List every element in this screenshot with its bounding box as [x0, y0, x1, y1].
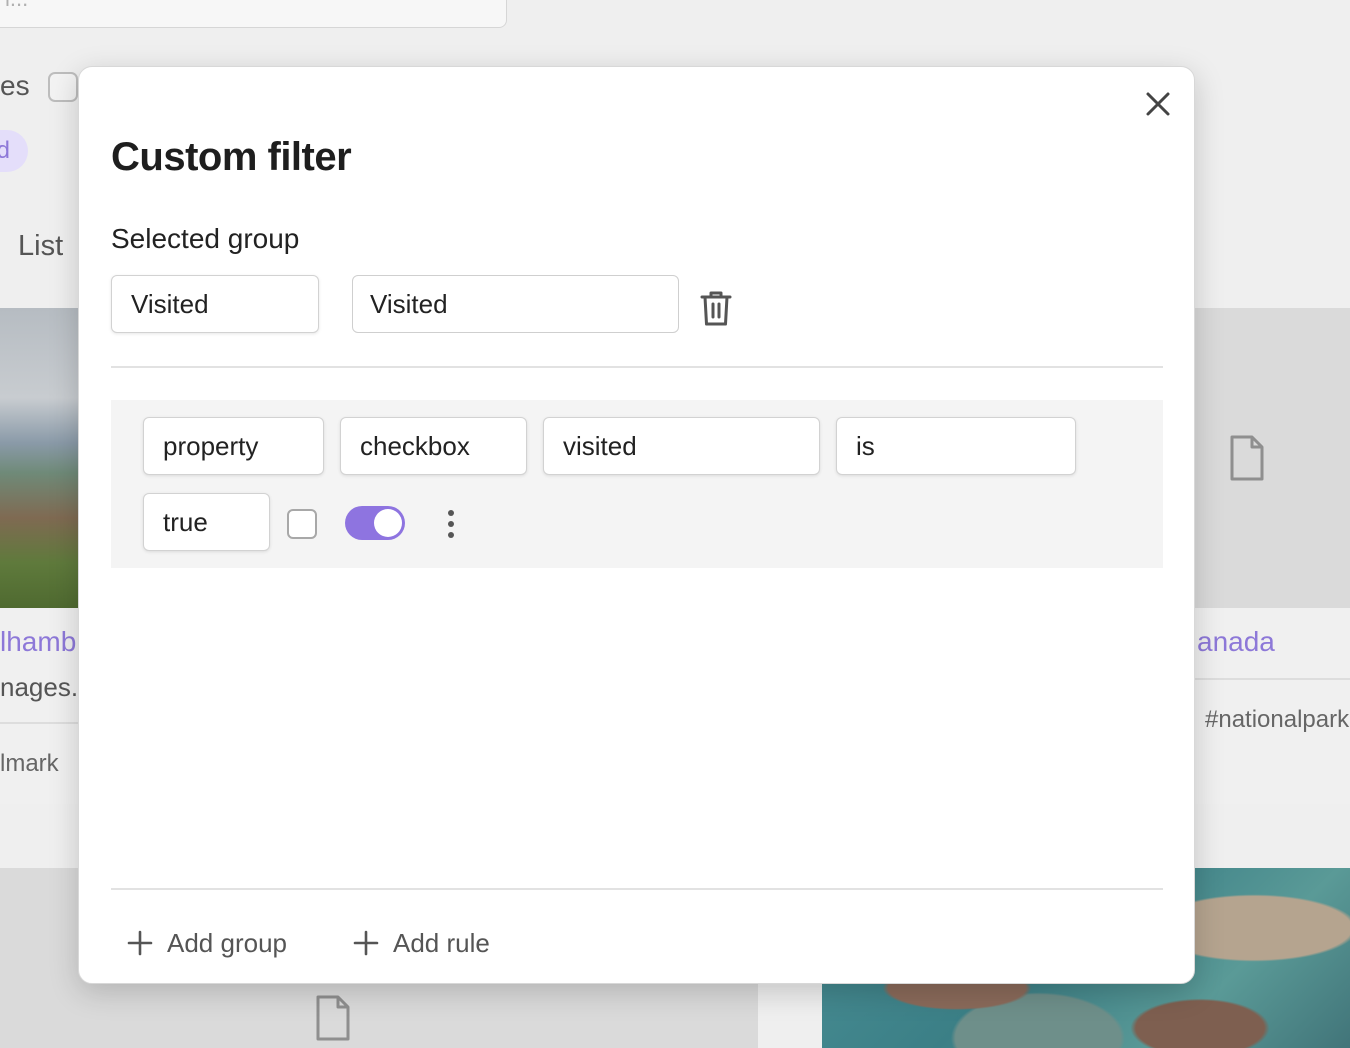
close-icon[interactable] [1143, 89, 1173, 119]
group-select[interactable]: Visited [111, 275, 319, 333]
file-icon [1230, 435, 1264, 481]
background-tag-pill[interactable]: d [0, 130, 28, 172]
rule-enabled-toggle[interactable] [345, 506, 405, 540]
background-card-right-title[interactable]: anada [1197, 626, 1275, 658]
trash-icon[interactable] [699, 289, 733, 327]
rule-value-select[interactable]: true [143, 493, 270, 551]
page-root: l... es d List lhamb nages. lmark anada … [0, 0, 1350, 1048]
more-vertical-icon[interactable] [437, 507, 465, 541]
rule-value-checkbox[interactable] [287, 509, 317, 539]
add-group-button[interactable]: Add group [127, 923, 287, 963]
file-icon [316, 995, 350, 1041]
selected-group-label: Selected group [111, 223, 300, 254]
custom-filter-modal: Custom filter Selected group Visited Vis… [78, 66, 1195, 984]
background-card-left-tag: lmark [0, 750, 59, 777]
background-card-left-image [0, 308, 78, 608]
plus-icon [353, 930, 379, 956]
background-checkbox[interactable] [48, 72, 78, 102]
background-card-right-image [1195, 308, 1350, 608]
background-card-left-subtitle: nages. [0, 672, 79, 702]
rule-type-select[interactable]: property [143, 417, 324, 475]
modal-title: Custom filter [111, 135, 352, 179]
background-card-right-tag: #nationalpark [1205, 706, 1350, 733]
add-rule-label: Add rule [393, 927, 490, 958]
background-search-input[interactable]: l... [0, 0, 507, 28]
rule-property-type-select[interactable]: checkbox [340, 417, 527, 475]
divider [111, 366, 1163, 368]
footer-divider [111, 888, 1163, 890]
rule-operator-select[interactable]: is [836, 417, 1076, 475]
background-filter-label: es [0, 70, 30, 101]
add-group-label: Add group [167, 927, 287, 958]
background-card-left-title[interactable]: lhamb [0, 626, 76, 658]
background-card-right-divider [1195, 678, 1350, 680]
group-name-input[interactable]: Visited [352, 275, 679, 333]
toggle-knob [374, 509, 402, 537]
plus-icon [127, 930, 153, 956]
rule-property-name-select[interactable]: visited [543, 417, 820, 475]
background-card-left-divider [0, 722, 78, 724]
add-rule-button[interactable]: Add rule [353, 923, 490, 963]
background-view-tab-list[interactable]: List [18, 230, 63, 263]
